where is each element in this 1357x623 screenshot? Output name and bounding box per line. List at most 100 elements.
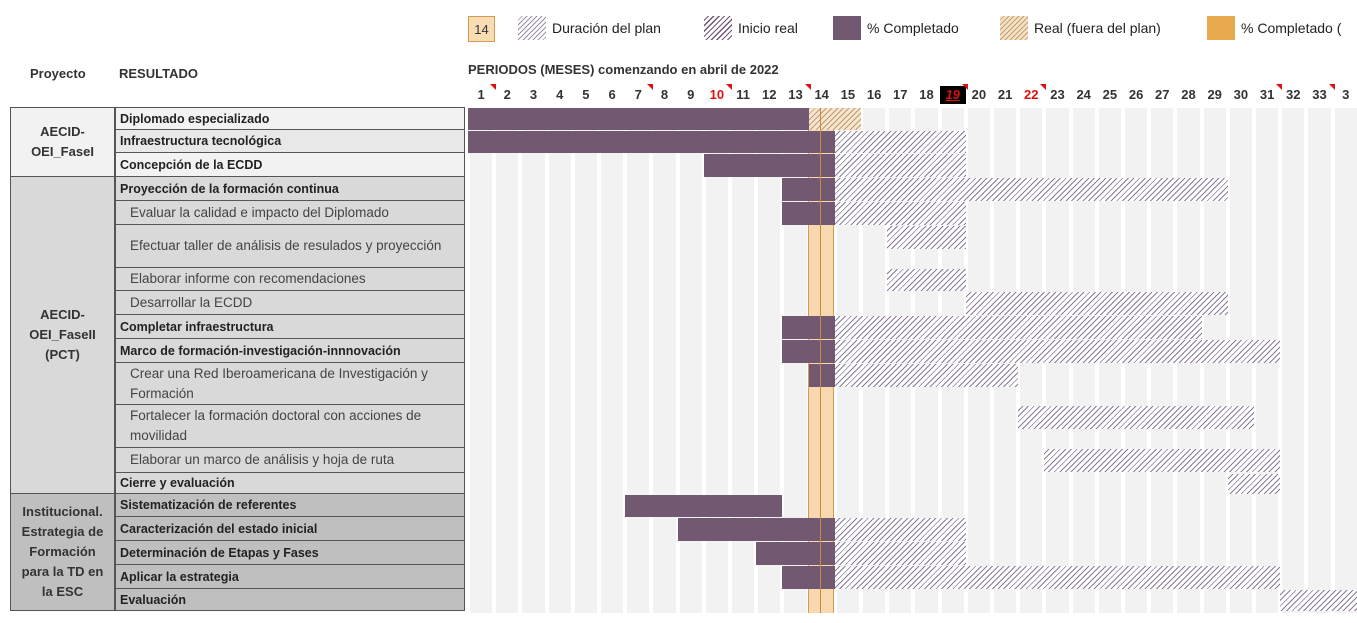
- plan-duration-bar[interactable]: [1280, 590, 1357, 611]
- period-number[interactable]: 32: [1280, 86, 1306, 104]
- row-text: Caracterización del estado inicial: [120, 521, 318, 536]
- period-number[interactable]: 19: [939, 84, 968, 104]
- period-number[interactable]: 11: [730, 86, 756, 104]
- header-result: RESULTADO: [119, 66, 198, 81]
- plan-duration-bar[interactable]: [834, 518, 966, 541]
- result-row-label[interactable]: Aplicar la estrategia: [115, 565, 465, 589]
- plan-duration-bar[interactable]: [887, 226, 966, 249]
- result-row-label[interactable]: Cierre y evaluación: [115, 473, 465, 494]
- result-row-label[interactable]: Fortalecer la formación doctoral con acc…: [115, 405, 465, 448]
- plan-duration-bar[interactable]: [834, 202, 966, 225]
- period-number[interactable]: 12: [756, 86, 782, 104]
- period-number[interactable]: 17: [887, 86, 913, 104]
- plan-duration-bar[interactable]: [834, 542, 966, 565]
- legend-label: % Completado: [867, 20, 959, 36]
- row-text: Elaborar informe con recomendaciones: [130, 271, 366, 286]
- period-number[interactable]: 9: [678, 86, 704, 104]
- percent-complete-bar[interactable]: [782, 316, 835, 339]
- period-number[interactable]: 14: [809, 86, 835, 104]
- current-period-indicator[interactable]: 14: [468, 16, 495, 42]
- period-number[interactable]: 21: [992, 86, 1018, 104]
- result-row-label[interactable]: Elaborar un marco de análisis y hoja de …: [115, 448, 465, 473]
- plan-duration-bar[interactable]: [834, 154, 966, 177]
- period-number[interactable]: 27: [1149, 86, 1175, 104]
- period-number[interactable]: 28: [1175, 86, 1201, 104]
- period-number[interactable]: 2: [494, 86, 520, 104]
- legend-percent-beyond-plan: % Completado (: [1207, 14, 1341, 42]
- legend-label: Duración del plan: [552, 20, 661, 36]
- plan-duration-bar[interactable]: [834, 178, 1228, 201]
- percent-complete-bar[interactable]: [782, 566, 835, 589]
- plan-duration-bar[interactable]: [1227, 474, 1281, 494]
- row-text: Fortalecer la formación doctoral con acc…: [130, 408, 422, 443]
- period-number[interactable]: 22: [1018, 84, 1047, 104]
- project-cell[interactable]: Institucional. Estrategia de Formación p…: [10, 494, 115, 611]
- period-number[interactable]: 10: [704, 84, 732, 104]
- period-number[interactable]: 29: [1202, 86, 1228, 104]
- period-number[interactable]: 16: [861, 86, 887, 104]
- period-column: [653, 108, 676, 613]
- result-row-label[interactable]: Diplomado especializado: [115, 107, 465, 130]
- row-text: Sistematización de referentes: [120, 498, 297, 512]
- period-number[interactable]: 13: [782, 84, 811, 104]
- plan-duration-bar[interactable]: [1018, 406, 1254, 429]
- result-row-label[interactable]: Evaluación: [115, 589, 465, 611]
- plan-duration-bar[interactable]: [834, 364, 1019, 387]
- plan-duration-bar[interactable]: [887, 269, 966, 291]
- period-column: [574, 108, 597, 613]
- result-row-label[interactable]: Evaluar la calidad e impacto del Diploma…: [115, 201, 465, 225]
- period-number[interactable]: 18: [913, 86, 939, 104]
- periods-title: PERIODOS (MESES) comenzando en abril de …: [468, 62, 779, 77]
- percent-complete-bar[interactable]: [703, 154, 835, 177]
- percent-complete-bar[interactable]: [782, 202, 835, 225]
- percent-complete-bar[interactable]: [782, 340, 835, 363]
- result-row-label[interactable]: Determinación de Etapas y Fases: [115, 541, 465, 565]
- plan-duration-bar[interactable]: [834, 131, 966, 153]
- percent-complete-bar[interactable]: [468, 131, 835, 153]
- result-row-label[interactable]: Efectuar taller de análisis de resulados…: [115, 225, 465, 268]
- percent-complete-bar[interactable]: [468, 108, 809, 130]
- period-number[interactable]: 31: [1254, 84, 1283, 104]
- result-row-label[interactable]: Concepción de la ECDD: [115, 153, 465, 177]
- period-number[interactable]: 6: [599, 86, 625, 104]
- period-column: [1334, 108, 1357, 613]
- period-number[interactable]: 20: [966, 86, 992, 104]
- result-row-label[interactable]: Crear una Red Iberoamericana de Investig…: [115, 363, 465, 405]
- period-number[interactable]: 3: [1333, 86, 1357, 104]
- project-cell[interactable]: AECID- OEI_FaseII (PCT): [10, 177, 115, 494]
- result-row-label[interactable]: Desarrollar la ECDD: [115, 291, 465, 315]
- result-row-label[interactable]: Marco de formación-investigación-innnova…: [115, 339, 465, 363]
- plan-duration-bar[interactable]: [834, 566, 1281, 589]
- percent-complete-bar[interactable]: [756, 542, 835, 565]
- period-number[interactable]: 8: [651, 86, 677, 104]
- result-row-label[interactable]: Completar infraestructura: [115, 315, 465, 339]
- period-number[interactable]: 5: [573, 86, 599, 104]
- plan-duration-bar[interactable]: [1044, 449, 1281, 472]
- plan-duration-bar[interactable]: [834, 316, 1202, 339]
- period-number[interactable]: 4: [547, 86, 573, 104]
- row-text: Elaborar un marco de análisis y hoja de …: [130, 452, 395, 467]
- period-column: [1308, 108, 1331, 613]
- result-row-label[interactable]: Sistematización de referentes: [115, 494, 465, 517]
- period-number[interactable]: 15: [835, 86, 861, 104]
- result-row-label[interactable]: Infraestructura tecnológica: [115, 130, 465, 153]
- period-number[interactable]: 30: [1228, 86, 1254, 104]
- period-number[interactable]: 1: [468, 84, 497, 104]
- plan-duration-bar[interactable]: [834, 340, 1281, 363]
- period-number[interactable]: 25: [1097, 86, 1123, 104]
- period-number[interactable]: 7: [625, 84, 654, 104]
- result-row-label[interactable]: Elaborar informe con recomendaciones: [115, 268, 465, 291]
- percent-complete-bar[interactable]: [625, 495, 783, 517]
- plan-duration-bar[interactable]: [965, 292, 1228, 315]
- period-number[interactable]: 26: [1123, 86, 1149, 104]
- percent-complete-bar[interactable]: [782, 178, 835, 201]
- result-row-label[interactable]: Caracterización del estado inicial: [115, 517, 465, 541]
- percent-complete-bar[interactable]: [677, 518, 835, 541]
- project-cell[interactable]: AECID- OEI_FaseI: [10, 107, 115, 177]
- result-row-label[interactable]: Proyección de la formación continua: [115, 177, 465, 201]
- period-number[interactable]: 24: [1071, 86, 1097, 104]
- percent-complete-bar[interactable]: [808, 364, 835, 387]
- period-number[interactable]: 33: [1306, 84, 1335, 104]
- period-number[interactable]: 3: [520, 86, 546, 104]
- period-number[interactable]: 23: [1044, 86, 1070, 104]
